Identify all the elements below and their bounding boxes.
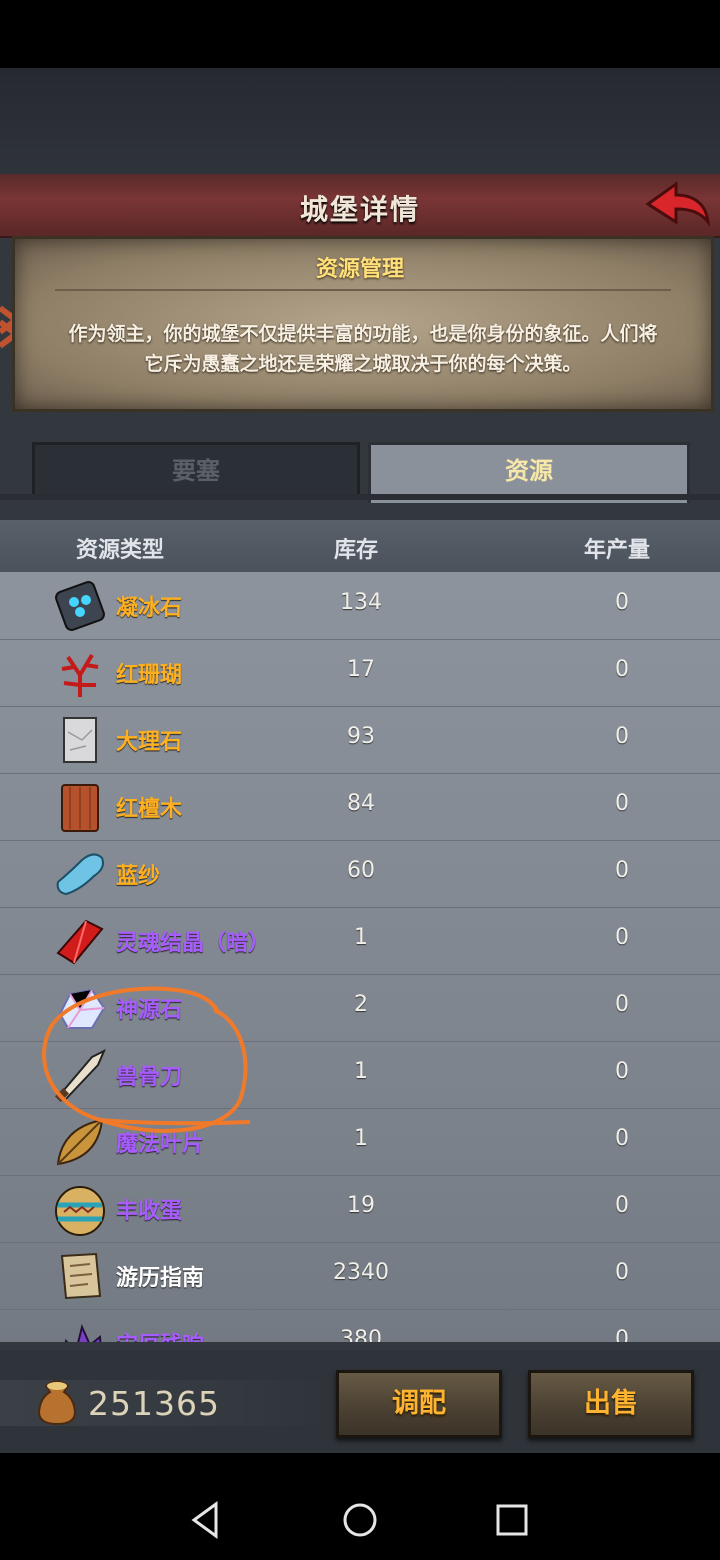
resource-production: 0 [615, 1260, 629, 1285]
resource-stock: 2340 [333, 1260, 389, 1285]
divine-stone-icon [58, 988, 106, 1029]
tab-underline [0, 494, 720, 500]
resource-name: 蓝纱 [116, 864, 161, 889]
resource-name: 游历指南 [116, 1266, 205, 1291]
blue-silk-icon [56, 853, 104, 896]
resource-name: 凝冰石 [116, 596, 183, 621]
game-screen: 城堡详情 资源管理 作为领主，你的城堡不仅提供丰富的功能，也是你身份的象征。人们… [0, 68, 720, 1453]
soul-crystal-icon [56, 919, 104, 965]
resource-name: 红珊瑚 [116, 663, 183, 688]
magic-leaf-icon [56, 1118, 104, 1166]
resource-stock: 84 [347, 791, 375, 816]
resource-name: 神源石 [116, 998, 183, 1023]
panel-description: 作为领主，你的城堡不仅提供丰富的功能，也是你身份的象征。人们将 它斥为愚蠢之地还… [45, 319, 681, 379]
ice-stone-icon [55, 581, 105, 631]
resource-production: 0 [615, 590, 629, 615]
resource-name: 灾厄残响 [116, 1327, 204, 1342]
table-row[interactable]: 蓝纱 60 0 [0, 840, 720, 908]
gold-sack-icon [37, 1380, 77, 1426]
calamity-echo-icon [64, 1323, 102, 1342]
resource-production: 0 [615, 1059, 629, 1084]
header-production: 年产量 [584, 538, 651, 563]
sell-button[interactable]: 出售 [528, 1370, 694, 1438]
resource-production: 0 [615, 858, 629, 883]
bottom-bar: 251365 调配 出售 [0, 1350, 720, 1453]
table-row[interactable]: 游历指南 2340 0 [0, 1242, 720, 1310]
description-line-2: 它斥为愚蠢之地还是荣耀之城取决于你的每个决策。 [144, 353, 582, 375]
page-title: 城堡详情 [299, 193, 420, 226]
resource-production: 0 [615, 791, 629, 816]
table-header: 资源类型 库存 年产量 [0, 520, 720, 572]
table-row[interactable]: 大理石 93 0 [0, 706, 720, 774]
table-row[interactable]: 魔法叶片 1 0 [0, 1108, 720, 1176]
table-row[interactable]: 神源石 2 0 [0, 974, 720, 1042]
resource-production: 0 [615, 657, 629, 682]
header-type: 资源类型 [76, 538, 165, 563]
table-row[interactable]: 灾厄残响 380 0 [0, 1309, 720, 1342]
resource-stock: 1 [354, 1126, 368, 1151]
resource-production: 0 [615, 1327, 629, 1342]
nav-recents-icon[interactable] [492, 1500, 532, 1540]
sandalwood-icon [61, 784, 99, 832]
resource-table[interactable]: 资源类型 库存 年产量 凝冰石 134 0 红珊瑚 17 0 大理石 93 0 红檀木 84 0 蓝纱 6… [0, 520, 720, 1342]
resource-stock: 60 [347, 858, 375, 883]
resource-name: 魔法叶片 [116, 1132, 205, 1157]
tab-fortress[interactable]: 要塞 [32, 442, 360, 500]
resource-name: 灵魂结晶（暗） [116, 931, 271, 956]
resource-name: 大理石 [116, 730, 183, 755]
nav-back-icon[interactable] [186, 1500, 226, 1540]
adjust-button[interactable]: 调配 [336, 1370, 502, 1438]
bone-knife-icon [54, 1048, 106, 1103]
table-row[interactable]: 红檀木 84 0 [0, 773, 720, 841]
panel-heading: 资源管理 [315, 257, 404, 282]
table-row[interactable]: 凝冰石 134 0 [0, 572, 720, 640]
table-row[interactable]: 红珊瑚 17 0 [0, 639, 720, 707]
resource-stock: 134 [340, 590, 382, 615]
resource-stock: 17 [347, 657, 375, 682]
resource-production: 0 [615, 1193, 629, 1218]
resource-stock: 2 [354, 992, 368, 1017]
nav-home-icon[interactable] [340, 1500, 380, 1540]
resource-production: 0 [615, 925, 629, 950]
resource-production: 0 [615, 724, 629, 749]
resource-stock: 1 [354, 925, 368, 950]
resource-stock: 380 [340, 1327, 382, 1342]
description-line-1: 作为领主，你的城堡不仅提供丰富的功能，也是你身份的象征。人们将 [68, 323, 658, 345]
resource-name: 红檀木 [116, 797, 183, 822]
top-backdrop [0, 68, 720, 176]
table-row[interactable]: 兽骨刀 1 0 [0, 1041, 720, 1109]
panel-divider [55, 289, 671, 291]
travel-guide-icon [60, 1252, 102, 1300]
resource-stock: 93 [347, 724, 375, 749]
header-stock: 库存 [334, 538, 379, 563]
resource-production: 0 [615, 992, 629, 1017]
resource-name: 丰收蛋 [116, 1199, 183, 1224]
resource-stock: 1 [354, 1059, 368, 1084]
gold-amount: 251365 [88, 1384, 220, 1423]
table-row[interactable]: 丰收蛋 19 0 [0, 1175, 720, 1243]
back-arrow-icon[interactable] [642, 178, 712, 232]
info-parchment: 资源管理 作为领主，你的城堡不仅提供丰富的功能，也是你身份的象征。人们将 它斥为… [12, 236, 714, 412]
resource-stock: 19 [347, 1193, 375, 1218]
table-row[interactable]: 灵魂结晶（暗） 1 0 [0, 907, 720, 975]
harvest-egg-icon [55, 1186, 105, 1236]
resource-name: 兽骨刀 [116, 1065, 183, 1090]
title-bar: 城堡详情 [0, 174, 720, 238]
red-coral-icon [61, 653, 99, 697]
marble-icon [63, 717, 97, 763]
resource-production: 0 [615, 1126, 629, 1151]
system-nav-bar [0, 1480, 720, 1560]
